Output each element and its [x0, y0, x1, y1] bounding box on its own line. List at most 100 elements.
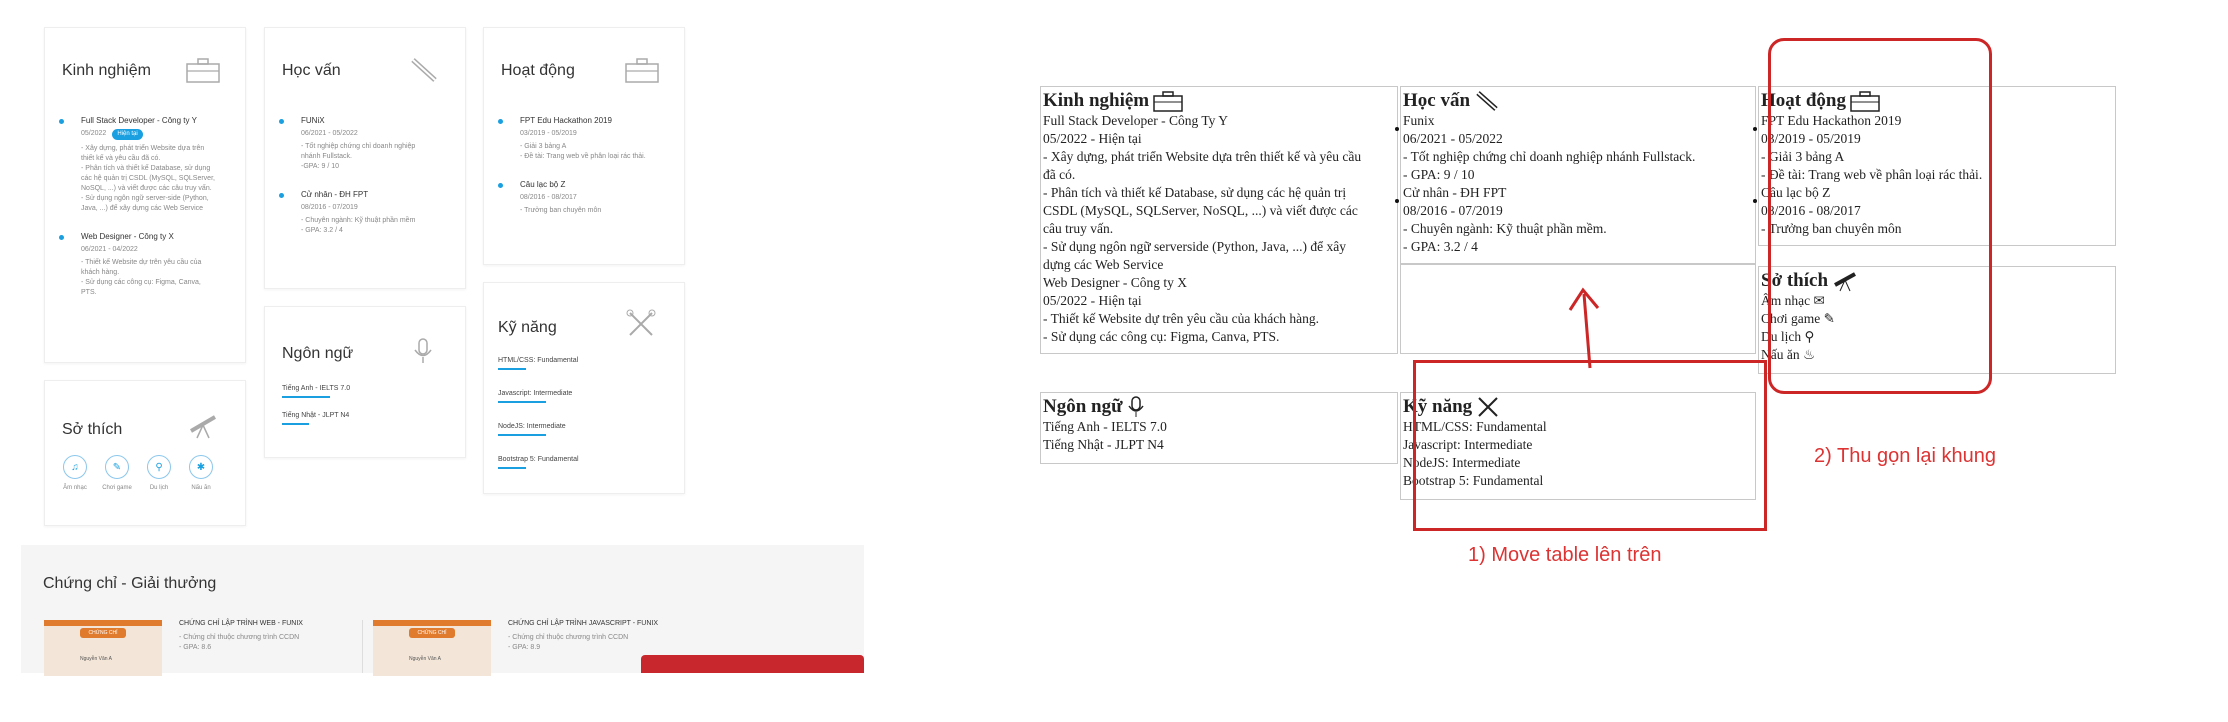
languages-card: Ngôn ngữ Tiếng Anh - IELTS 7.0 Tiếng Nhậ…: [264, 306, 466, 458]
divider: [362, 620, 363, 673]
pencil-icon: [1476, 91, 1498, 111]
certificate-name: CHỨNG CHỈ LẬP TRÌNH JAVASCRIPT - FUNIX: [508, 620, 659, 627]
raw-languages-cell: Ngôn ngữ Tiếng Anh - IELTS 7.0 Tiếng Nhậ…: [1040, 392, 1398, 464]
microphone-icon: [414, 338, 432, 363]
timeline-desc: - Chuyên ngành: Kỹ thuật phần mềm - GPA:…: [301, 217, 416, 234]
timeline-role: Web Designer - Công ty X: [81, 232, 174, 241]
timeline-desc: - Trưởng ban chuyên môn: [520, 207, 602, 214]
timeline-item: Cử nhân - ĐH FPT 08/2016 - 07/2019 - Chu…: [279, 190, 455, 236]
raw-languages-title: Ngôn ngữ: [1043, 396, 1123, 417]
education-title: Học vấn: [282, 62, 341, 79]
briefcase-icon: [625, 58, 659, 83]
skill-level-bar: [498, 467, 526, 469]
briefcase-icon: [1153, 91, 1183, 112]
list-bullet: [1753, 127, 1757, 131]
certificate-desc: - Chứng chỉ thuộc chương trình CCDN - GP…: [179, 634, 300, 651]
timeline-role: FUNiX: [301, 116, 325, 125]
tools-icon: [626, 309, 656, 336]
briefcase-icon: [186, 58, 220, 83]
hobbies-title: Sở thích: [62, 421, 123, 438]
pencil-icon: [411, 58, 437, 82]
timeline-role: FPT Edu Hackathon 2019: [520, 116, 612, 125]
hobby-cooking: ✱ Nấu ăn: [185, 455, 217, 491]
balloon-icon: ⚲: [147, 455, 171, 479]
timeline-item: Web Designer - Công ty X 06/2021 - 04/20…: [59, 232, 235, 298]
certificates-section: Chứng chỉ - Giải thưởng CHỨNG CHỈ Nguyễn…: [21, 545, 864, 676]
timeline-desc: - Xây dựng, phát triển Website dựa trên …: [81, 145, 215, 212]
experience-card: Kinh nghiệm Full Stack Developer - Công …: [44, 27, 246, 363]
languages-title: Ngôn ngữ: [282, 345, 354, 362]
timeline-desc: - Tốt nghiệp chứng chỉ doanh nghiệp nhán…: [301, 143, 416, 170]
timeline-role: Câu lạc bộ Z: [520, 180, 566, 189]
gamepad-icon: ✎: [105, 455, 129, 479]
raw-education-cell: Học vấn Funix 06/2021 - 05/2022 - Tốt ng…: [1395, 86, 1756, 264]
language-list: Tiếng Anh - IELTS 7.0 Tiếng Nhật - JLPT …: [282, 385, 350, 439]
timeline-date: 08/2016 - 07/2019: [301, 204, 358, 211]
hobby-music: ♫ Âm nhạc: [59, 455, 91, 491]
education-timeline: FUNiX 06/2021 - 05/2022 - Tốt nghiệp chứ…: [279, 116, 455, 254]
timeline-item: Full Stack Developer - Công ty Y 05/2022…: [59, 116, 235, 214]
experience-title: Kinh nghiệm: [62, 62, 151, 79]
timeline-date: 06/2021 - 05/2022: [301, 130, 358, 137]
timeline-item: FPT Edu Hackathon 2019 03/2019 - 05/2019…: [498, 116, 674, 162]
certificate-item: CHỨNG CHỈ LẬP TRÌNH JAVASCRIPT - FUNIX -…: [508, 620, 708, 653]
skills-title: Kỹ năng: [498, 319, 557, 336]
timeline-item: Câu lạc bộ Z 08/2016 - 08/2017 - Trưởng …: [498, 180, 674, 216]
certificate-item: CHỨNG CHỈ LẬP TRÌNH WEB - FUNIX - Chứng …: [179, 620, 359, 653]
activities-card: Hoạt động FPT Edu Hackathon 2019 03/2019…: [483, 27, 685, 265]
language-item: Tiếng Nhật - JLPT N4: [282, 412, 350, 419]
raw-experience-title: Kinh nghiệm: [1043, 90, 1150, 111]
experience-timeline: Full Stack Developer - Công ty Y 05/2022…: [59, 116, 235, 316]
hobby-game: ✎ Chơi game: [101, 455, 133, 491]
skill-item: HTML/CSS: Fundamental: [498, 357, 579, 364]
list-bullet: [1395, 199, 1399, 203]
skill-level-bar: [498, 434, 546, 436]
telescope-icon: [189, 415, 217, 439]
activities-timeline: FPT Edu Hackathon 2019 03/2019 - 05/2019…: [498, 116, 674, 234]
skill-item: Javascript: Intermediate: [498, 390, 573, 397]
timeline-desc: - Giải 3 bảng A - Đề tài: Trang web về p…: [520, 143, 646, 160]
certificates-title: Chứng chỉ - Giải thưởng: [43, 575, 217, 592]
language-level-bar: [282, 396, 330, 398]
certificate-thumbnail: CHỨNG CHỈ Nguyễn Văn A: [44, 620, 162, 676]
hobbies-card: Sở thích ♫ Âm nhạc ✎ Chơi game ⚲ Du lịch…: [44, 380, 246, 526]
timeline-item: FUNiX 06/2021 - 05/2022 - Tốt nghiệp chứ…: [279, 116, 455, 172]
activities-title: Hoạt động: [501, 62, 575, 79]
skill-item: NodeJS: Intermediate: [498, 423, 566, 430]
skill-list: HTML/CSS: Fundamental Javascript: Interm…: [498, 357, 579, 483]
skill-level-bar: [498, 368, 526, 370]
timeline-desc: - Thiết kế Website dự trên yêu cầu của k…: [81, 259, 202, 296]
timeline-date: 05/2022: [81, 130, 107, 137]
raw-html-preview: Kinh nghiệm Full Stack Developer - Công …: [1040, 0, 2228, 722]
floating-red-button[interactable]: [641, 655, 864, 673]
education-card: Học vấn FUNiX 06/2021 - 05/2022 - Tốt ng…: [264, 27, 466, 289]
microphone-icon: [1127, 396, 1144, 417]
annotation-shrink-text: 2) Thu gọn lại khung: [1814, 445, 1996, 467]
language-level-bar: [282, 423, 309, 425]
list-bullet: [1395, 127, 1399, 131]
certificate-name: CHỨNG CHỈ LẬP TRÌNH WEB - FUNIX: [179, 620, 303, 627]
raw-education-title: Học vấn: [1403, 90, 1471, 111]
hobby-travel: ⚲ Du lịch: [143, 455, 175, 491]
megaphone-icon: ♫: [63, 455, 87, 479]
resume-preview: Kinh nghiệm Full Stack Developer - Công …: [0, 0, 880, 722]
basket-icon: ✱: [189, 455, 213, 479]
timeline-role: Cử nhân - ĐH FPT: [301, 190, 369, 199]
annotation-move-text: 1) Move table lên trên: [1468, 544, 1662, 566]
timeline-date: 08/2016 - 08/2017: [520, 194, 577, 201]
timeline-date: 03/2019 - 05/2019: [520, 130, 577, 137]
timeline-date: 06/2021 - 04/2022: [81, 246, 138, 253]
certificate-thumbnail: CHỨNG CHỈ Nguyễn Văn A: [373, 620, 491, 676]
arrow-up-icon: [1568, 287, 1600, 369]
language-item: Tiếng Anh - IELTS 7.0: [282, 385, 351, 392]
skills-card: Kỹ năng HTML/CSS: Fundamental Javascript…: [483, 282, 685, 494]
current-badge: Hiện tại: [112, 129, 143, 140]
raw-experience-cell: Kinh nghiệm Full Stack Developer - Công …: [1040, 86, 1398, 354]
skill-item: Bootstrap 5: Fundamental: [498, 456, 579, 463]
certificate-desc: - Chứng chỉ thuộc chương trình CCDN - GP…: [508, 634, 629, 651]
skill-level-bar: [498, 401, 546, 403]
annotation-box-shrink: [1768, 38, 1992, 394]
timeline-role: Full Stack Developer - Công ty Y: [81, 116, 197, 125]
list-bullet: [1753, 199, 1757, 203]
annotation-box-move: [1413, 360, 1767, 531]
